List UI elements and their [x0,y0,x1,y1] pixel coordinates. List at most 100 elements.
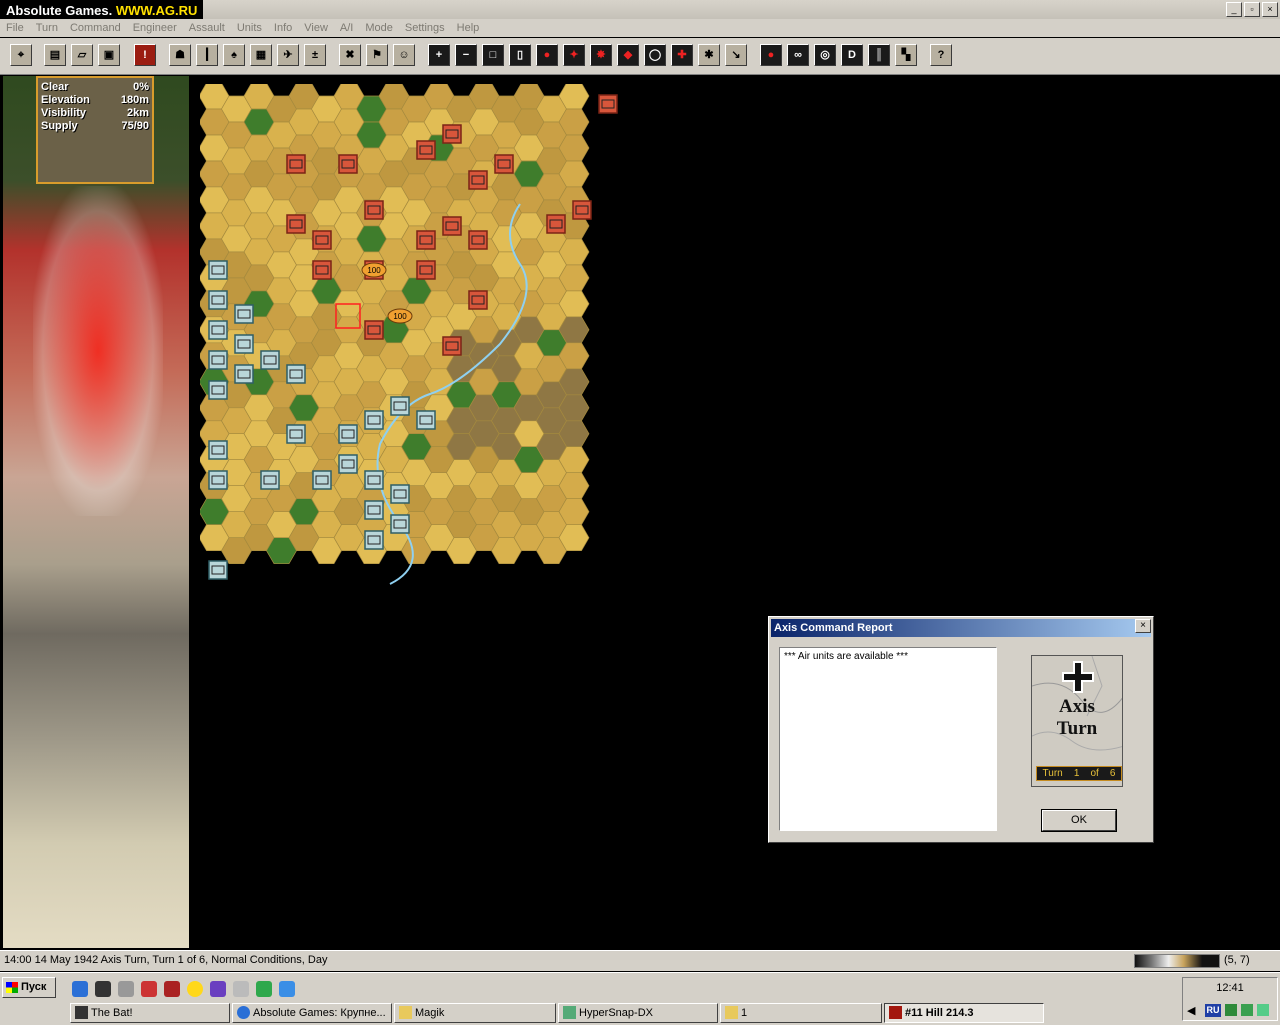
globe-icon[interactable] [279,981,295,997]
printer-icon[interactable] [233,981,249,997]
unit-counter [442,216,462,236]
hex-grid-icon[interactable]: □ [482,44,504,66]
menu-view[interactable]: View [298,19,334,37]
dialog-title: Axis Command Report [771,619,1151,637]
task-hill-214[interactable]: #11 Hill 214.3 [884,1003,1044,1023]
artillery-icon[interactable]: ✱ [698,44,720,66]
unit-counter [286,364,306,384]
menu-units[interactable]: Units [231,19,268,37]
task-magik[interactable]: Magik [394,1003,556,1023]
unit-counter [598,94,618,114]
fire-icon[interactable]: ✸ [590,44,612,66]
terrain-row: Visibility 2km [41,107,149,119]
unit-counter [364,200,384,220]
batman-icon[interactable] [95,981,111,997]
menu-settings[interactable]: Settings [399,19,451,37]
red-marker-icon[interactable]: ● [536,44,558,66]
save-icon[interactable]: ▣ [98,44,120,66]
task-folder-1[interactable]: 1 [720,1003,882,1023]
report-message-box[interactable]: *** Air units are available *** [779,647,997,831]
unit-counter [208,290,228,310]
map-marker-icon[interactable]: ⚑ [366,44,388,66]
columns-icon[interactable]: ║ [868,44,890,66]
crosshair-icon[interactable]: ✚ [671,44,693,66]
language-indicator[interactable]: RU [1205,1004,1221,1017]
maximize-button[interactable]: ▫ [1244,2,1260,17]
help-icon[interactable]: ? [930,44,952,66]
tray-shield-icon[interactable] [1257,1004,1269,1016]
menu-engineer[interactable]: Engineer [127,19,183,37]
menu-mode[interactable]: Mode [359,19,399,37]
layers-icon[interactable]: ▚ [895,44,917,66]
hex-map-canvas[interactable]: 100 100 [200,84,630,590]
plane-icon[interactable]: ✈ [277,44,299,66]
clock[interactable]: 12:41 [1183,982,1277,994]
task-hypersnap[interactable]: HyperSnap-DX [558,1003,718,1023]
unit-counter [208,260,228,280]
target-icon[interactable]: ⌖ [10,44,32,66]
wire-icon[interactable]: ◎ [814,44,836,66]
binoculars-icon[interactable]: ∞ [787,44,809,66]
app-red-icon[interactable] [164,981,180,997]
turn-card: Axis Turn Turn 1 of 6 [1031,655,1123,787]
route-icon[interactable]: ↘ [725,44,747,66]
menu-file[interactable]: File [0,19,30,37]
menu-help[interactable]: Help [451,19,486,37]
game-icon [889,1006,902,1019]
start-button[interactable]: Пуск [2,977,56,998]
soldier-icon[interactable]: ☗ [169,44,191,66]
ok-button[interactable]: OK [1041,809,1117,832]
winrar-icon[interactable] [210,981,226,997]
menu-turn[interactable]: Turn [30,19,64,37]
bunker-icon[interactable]: ▦ [250,44,272,66]
menu-ai[interactable]: A/I [334,19,359,37]
menu-bar: File Turn Command Engineer Assault Units… [0,19,1280,37]
red-dot-icon[interactable]: ● [760,44,782,66]
task-the-bat[interactable]: The Bat! [70,1003,230,1023]
card-turn-label: Turn [1056,718,1098,739]
dialog-close-button[interactable]: × [1135,619,1151,633]
unit-strength-badge: 100 [387,308,413,324]
flag-icon[interactable]: ✖ [339,44,361,66]
attack-icon[interactable]: ◆ [617,44,639,66]
menu-command[interactable]: Command [64,19,127,37]
d-icon[interactable]: D [841,44,863,66]
unit-counter-icon[interactable]: ▯ [509,44,531,66]
rank-icon[interactable]: ± [304,44,326,66]
taskbar: Пуск The Bat! Absolute Games: Крупне... … [0,972,1280,1025]
tray-app-icon[interactable] [1225,1004,1237,1016]
minimize-button[interactable]: _ [1226,2,1242,17]
menu-assault[interactable]: Assault [183,19,231,37]
document-icon[interactable]: ▤ [44,44,66,66]
tray-network-icon[interactable] [1241,1004,1253,1016]
zoom-out-icon[interactable]: − [455,44,477,66]
open-folder-icon[interactable]: ▱ [71,44,93,66]
volume-icon[interactable]: ◀ [1187,1004,1195,1017]
report-message: *** Air units are available *** [784,651,908,662]
window-titlebar: Absolute Games. WWW.AG.RU _ ▫ × [0,0,1280,21]
unit-counter [416,410,436,430]
unit-counter [208,320,228,340]
zoom-meter[interactable] [1134,954,1220,968]
drive-icon[interactable] [118,981,134,997]
rifle-icon[interactable]: ┃ [196,44,218,66]
circle-icon[interactable]: ◯ [644,44,666,66]
unit-counter [572,200,592,220]
unit-counter [442,124,462,144]
network-icon[interactable] [256,981,272,997]
task-absolute-games[interactable]: Absolute Games: Крупне... [232,1003,392,1023]
shovel-icon[interactable]: ♠ [223,44,245,66]
hex-map[interactable]: 100 100 [200,84,630,590]
app-cube-icon[interactable] [141,981,157,997]
smiley-icon[interactable] [187,981,203,997]
movement-icon[interactable]: ✦ [563,44,585,66]
close-button[interactable]: × [1262,2,1278,17]
leader-portrait-icon[interactable]: ☺ [393,44,415,66]
menu-info[interactable]: Info [268,19,298,37]
brand-url: WWW.AG.RU [115,3,198,18]
unit-counter [416,260,436,280]
internet-explorer-icon[interactable] [72,981,88,997]
alert-icon[interactable]: ! [134,44,156,66]
unit-counter [234,364,254,384]
zoom-in-icon[interactable]: + [428,44,450,66]
